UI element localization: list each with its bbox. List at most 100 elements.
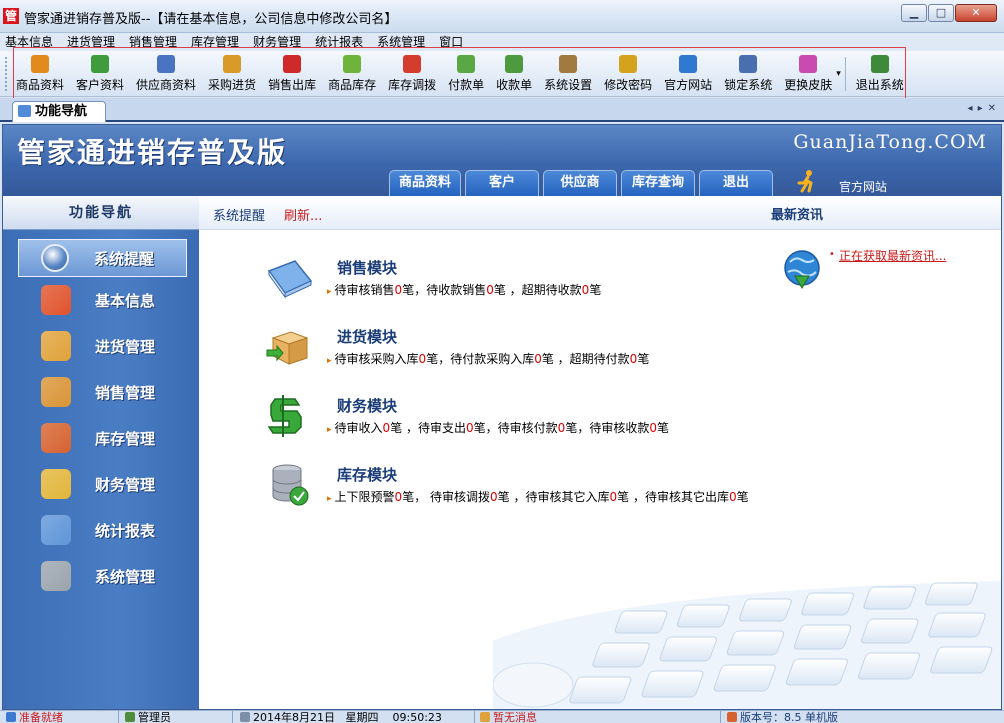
- summary-text: 待审核采购入库: [334, 352, 419, 366]
- user-icon: [125, 712, 135, 722]
- close-button[interactable]: ✕: [955, 4, 997, 22]
- banner-tab-stock-query[interactable]: 库存查询: [621, 170, 695, 196]
- banner-tab-customers[interactable]: 客户: [465, 170, 539, 196]
- sidebar-item-reports[interactable]: 统计报表: [3, 507, 199, 553]
- count-value[interactable]: 0: [490, 490, 498, 504]
- news-loading-link[interactable]: 正在获取最新资讯...: [839, 247, 946, 264]
- status-user-text: 管理员: [138, 711, 171, 723]
- menu-purchase[interactable]: 进货管理: [67, 33, 115, 51]
- sales-book-icon: [267, 260, 313, 299]
- summary-text: 待审收入: [334, 421, 383, 435]
- banner-tabs: 商品资料 客户 供应商 库存查询 退出: [389, 170, 777, 196]
- toolbar-transfer-button[interactable]: 库存调拨: [382, 55, 442, 93]
- toolbar-label: 库存调拨: [388, 78, 437, 92]
- sidebar-item-label: 系统管理: [95, 567, 156, 586]
- payment-icon: [457, 55, 476, 73]
- sidebar-item-label: 基本信息: [95, 291, 156, 310]
- sidebar-item-system-reminder[interactable]: 系统提醒: [18, 239, 187, 277]
- toolbar-label: 客户资料: [76, 78, 125, 92]
- purchase-box-icon: [266, 331, 309, 365]
- toolbar-skin-button[interactable]: 更换皮肤: [778, 55, 838, 93]
- sidebar-item-purchase[interactable]: 进货管理: [3, 323, 199, 369]
- menu-inventory[interactable]: 库存管理: [191, 33, 239, 51]
- tabstrip-controls: ◂ ▸ ✕: [963, 103, 996, 114]
- document-tabstrip: 功能导航 ◂ ▸ ✕: [0, 98, 1004, 122]
- toolbar-customers-button[interactable]: 客户资料: [70, 55, 130, 93]
- summary-text: 笔: [736, 490, 749, 504]
- news-title: 最新资讯: [771, 208, 824, 223]
- sidebar-item-label: 财务管理: [95, 475, 156, 494]
- count-value[interactable]: 0: [609, 490, 617, 504]
- menu-reports[interactable]: 统计报表: [315, 33, 363, 51]
- sidebar-item-basic-info[interactable]: 基本信息: [3, 277, 199, 323]
- minimize-button[interactable]: ▁: [901, 4, 927, 22]
- summary-text: 笔，待付款采购入库: [426, 352, 535, 366]
- toolbar-receipt-button[interactable]: 收款单: [490, 55, 538, 93]
- refresh-link[interactable]: 刷新...: [284, 205, 322, 224]
- tab-function-nav[interactable]: 功能导航: [12, 101, 106, 122]
- count-value[interactable]: 0: [466, 421, 474, 435]
- status-version: 版本号：8.5 单机版: [727, 711, 838, 723]
- toolbar-lock-button[interactable]: 锁定系统: [718, 55, 778, 93]
- palette-icon: [799, 55, 818, 73]
- warehouse-icon: [41, 423, 71, 453]
- banner-tab-suppliers[interactable]: 供应商: [543, 170, 617, 196]
- banner-domain: GuanJiaTong.COM: [793, 131, 987, 153]
- sidebar-item-label: 销售管理: [95, 383, 156, 402]
- summary-text: 笔 ，待审核其它入库: [497, 490, 610, 504]
- module-summary: ▸ 待审核采购入库0笔，待付款采购入库0笔 ，超期待付款0笔: [327, 350, 649, 367]
- module-purchase: 进货模块 ▸ 待审核采购入库0笔，待付款采购入库0笔 ，超期待付款0笔: [265, 320, 785, 380]
- content-title: 系统提醒: [213, 209, 266, 224]
- finance-icon: [41, 469, 71, 499]
- close-tab-icon[interactable]: ✕: [988, 103, 996, 114]
- settings-icon: [559, 55, 578, 73]
- toolbar-exit-button[interactable]: 退出系统: [850, 55, 910, 93]
- menu-basic-info[interactable]: 基本信息: [5, 33, 53, 51]
- sidebar-item-system[interactable]: 系统管理: [3, 553, 199, 599]
- sidebar-item-finance[interactable]: 财务管理: [3, 461, 199, 507]
- maximize-button[interactable]: □: [928, 4, 954, 22]
- banner-tab-exit[interactable]: 退出: [699, 170, 773, 196]
- toolbar-payment-button[interactable]: 付款单: [442, 55, 490, 93]
- window-controls: ▁ □ ✕: [900, 4, 997, 22]
- count-value[interactable]: 0: [649, 421, 657, 435]
- runner-icon[interactable]: [795, 169, 819, 193]
- status-weekday: 星期四: [345, 711, 379, 723]
- official-site-link[interactable]: 官方网站: [839, 178, 887, 195]
- status-messages[interactable]: 暂无消息: [480, 711, 537, 723]
- menu-finance[interactable]: 财务管理: [253, 33, 301, 51]
- toolbar-sales-out-button[interactable]: 销售出库: [262, 55, 322, 93]
- toolbar-label: 收款单: [496, 78, 533, 92]
- count-value[interactable]: 0: [729, 490, 737, 504]
- bullet-arrow-icon: ▸: [327, 287, 332, 297]
- toolbar-suppliers-button[interactable]: 供应商资料: [130, 55, 202, 93]
- title-bar: 管 管家通进销存普及版--【请在基本信息，公司信息中修改公司名】 ▁ □ ✕: [0, 0, 1004, 33]
- count-value[interactable]: 0: [486, 283, 494, 297]
- sidebar-item-label: 系统提醒: [94, 249, 155, 268]
- app-icon: 管: [3, 8, 19, 24]
- scroll-left-icon[interactable]: ◂: [968, 103, 973, 114]
- toolbar-settings-button[interactable]: 系统设置: [538, 55, 598, 93]
- chevron-down-icon[interactable]: ▾: [836, 69, 841, 79]
- menu-sales[interactable]: 销售管理: [129, 33, 177, 51]
- toolbar-password-button[interactable]: 修改密码: [598, 55, 658, 93]
- toolbar-label: 采购进货: [208, 78, 257, 92]
- banner-tab-goods[interactable]: 商品资料: [389, 170, 461, 196]
- scroll-right-icon[interactable]: ▸: [978, 103, 983, 114]
- menu-window[interactable]: 窗口: [439, 33, 463, 51]
- news-bullet: •: [829, 249, 835, 260]
- sidebar-item-sales[interactable]: 销售管理: [3, 369, 199, 415]
- toolbar-separator: [844, 57, 846, 91]
- toolbar-website-button[interactable]: 官方网站: [658, 55, 718, 93]
- sidebar-item-inventory[interactable]: 库存管理: [3, 415, 199, 461]
- summary-text: 笔，待审核付款: [473, 421, 558, 435]
- toolbar-purchase-button[interactable]: 采购进货: [202, 55, 262, 93]
- menu-system[interactable]: 系统管理: [377, 33, 425, 51]
- toolbar-label: 商品库存: [328, 78, 377, 92]
- toolbar-grip[interactable]: [5, 57, 8, 91]
- toolbar-stock-button[interactable]: 商品库存: [322, 55, 382, 93]
- count-value[interactable]: 0: [534, 352, 542, 366]
- summary-text: 上下限预警: [334, 490, 395, 504]
- toolbar-goods-button[interactable]: 商品资料: [10, 55, 70, 93]
- keyboard-illustration: [493, 581, 1001, 709]
